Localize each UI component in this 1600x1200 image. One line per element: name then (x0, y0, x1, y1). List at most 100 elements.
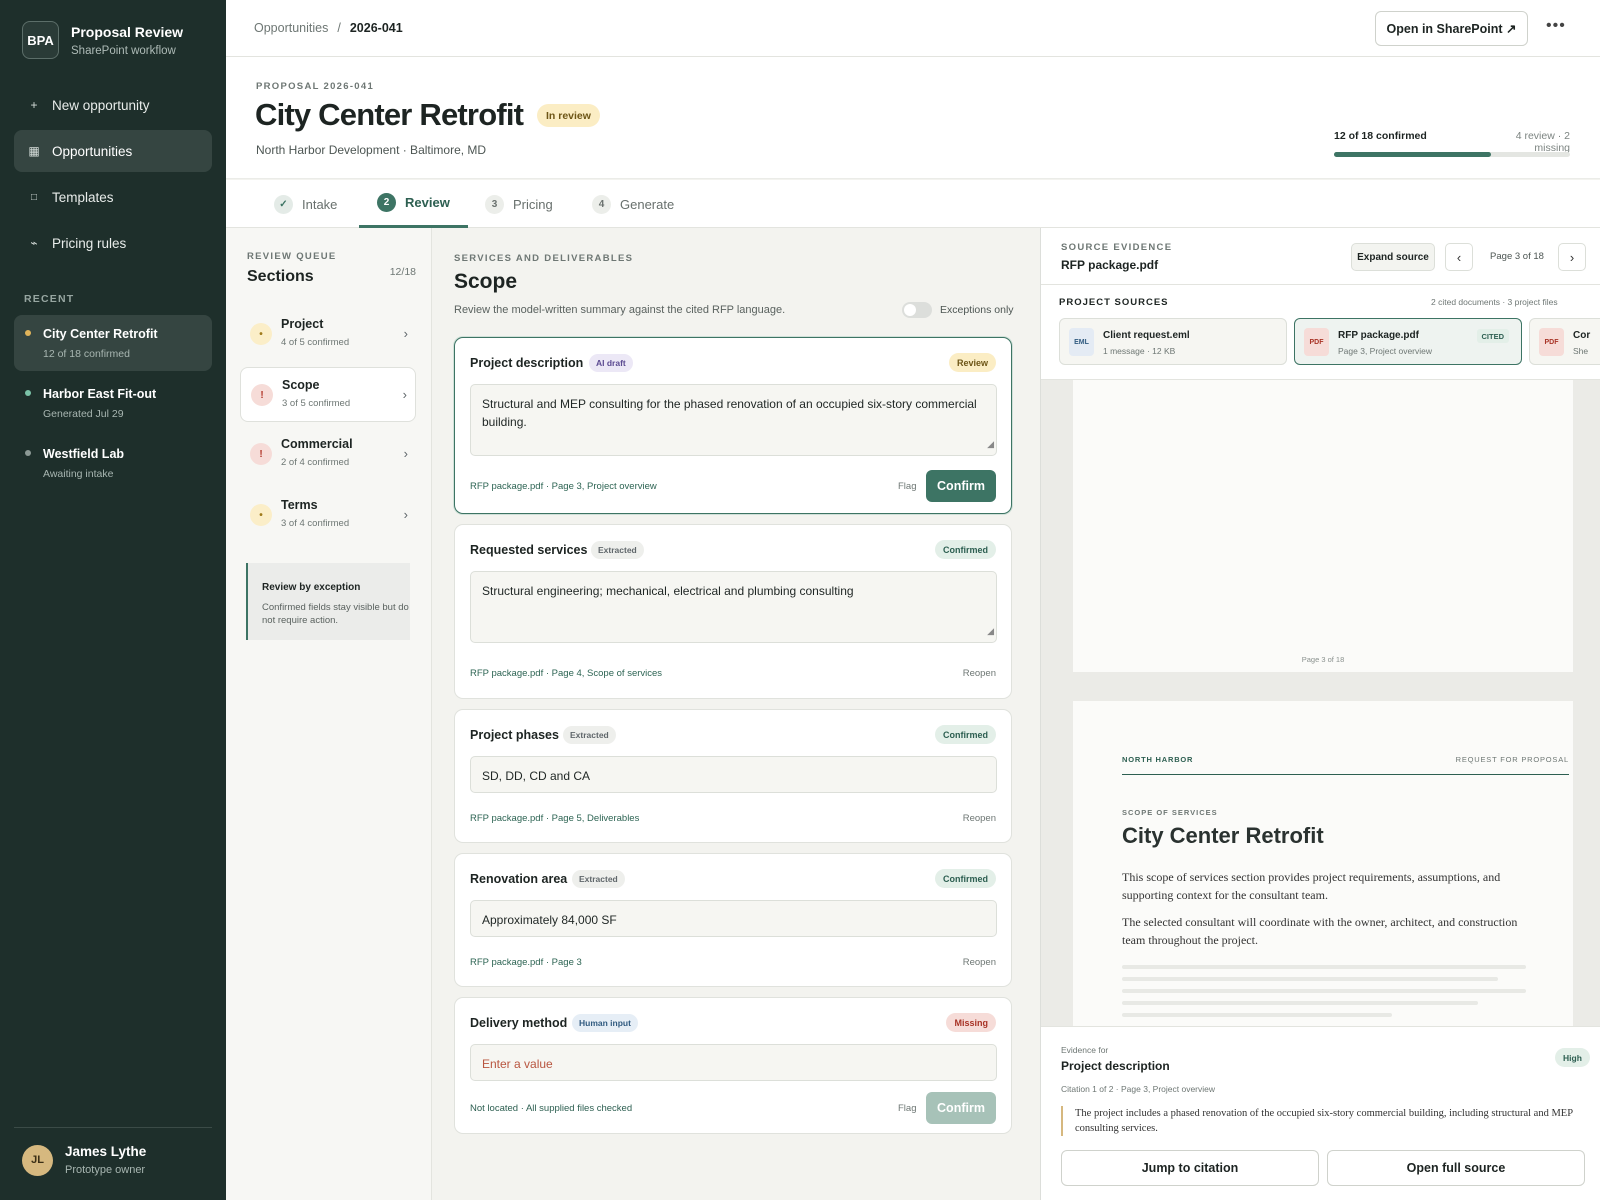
doc-text-line (1122, 1013, 1392, 1017)
tab-pricing[interactable]: 3 Pricing (485, 180, 553, 228)
source-file-third[interactable]: PDF Cor She (1529, 318, 1600, 365)
exceptions-toggle[interactable] (902, 302, 932, 318)
field-textarea[interactable]: Structural and MEP consulting for the ph… (470, 384, 997, 456)
field-input[interactable]: Enter a value (470, 1044, 997, 1081)
doc-org: NORTH HARBOR (1122, 755, 1194, 764)
expand-source-button[interactable]: Expand source (1351, 243, 1435, 271)
nav-pricing-rules[interactable]: ⌁ Pricing rules (14, 222, 212, 264)
confirm-button[interactable]: Confirm (926, 470, 996, 502)
doc-type: REQUEST FOR PROPOSAL (1455, 755, 1569, 764)
recent-item-harbor-east[interactable]: Harbor East Fit-out Generated Jul 29 (14, 375, 212, 431)
nav-opportunities[interactable]: ▦ Opportunities (14, 130, 212, 172)
tab-intake[interactable]: ✓ Intake (274, 180, 337, 228)
user-profile[interactable]: JL James Lythe Prototype owner (14, 1127, 212, 1176)
nav-templates[interactable]: □ Templates (14, 176, 212, 218)
field-input[interactable]: SD, DD, CD and CA (470, 756, 997, 793)
page-number: Page 3 of 18 (1301, 655, 1345, 664)
user-name: James Lythe (65, 1144, 147, 1159)
step-number: 3 (485, 194, 504, 214)
breadcrumb-root[interactable]: Opportunities (254, 21, 328, 35)
queue-item-name: Project (281, 317, 324, 331)
grid-icon: ▦ (28, 144, 40, 158)
citation-link[interactable]: RFP package.pdf · Page 3, Project overvi… (470, 481, 657, 492)
warning-dot-icon: • (250, 323, 272, 345)
resize-handle-icon[interactable]: ◢ (987, 435, 994, 453)
recent-item-city-center[interactable]: City Center Retrofit 12 of 18 confirmed (14, 315, 212, 371)
confidence-badge: High (1555, 1048, 1590, 1067)
source-tag: Extracted (591, 541, 644, 559)
tab-label: Intake (302, 196, 338, 212)
tab-label: Pricing (513, 196, 553, 212)
confirm-button[interactable]: Confirm (926, 1092, 996, 1124)
toggle-knob (904, 304, 916, 316)
citation-info: Citation 1 of 2 · Page 3, Project overvi… (1061, 1084, 1216, 1094)
jump-to-citation-button[interactable]: Jump to citation (1061, 1150, 1319, 1186)
resize-handle-icon[interactable]: ◢ (987, 622, 994, 640)
citation-status: Not located · All supplied files checked (470, 1103, 633, 1114)
reopen-button[interactable]: Reopen (963, 813, 996, 824)
note-title: Review by exception (262, 582, 361, 593)
field-card-requested-services: Requested services Extracted Confirmed S… (454, 524, 1012, 699)
cited-badge: CITED (1476, 329, 1509, 343)
source-tag: AI draft (589, 354, 633, 372)
email-file-icon: EML (1069, 328, 1094, 356)
source-sub: She (1573, 346, 1589, 356)
breadcrumb-current: 2026-041 (349, 21, 403, 35)
open-full-source-button[interactable]: Open full source (1327, 1150, 1585, 1186)
evidence-for-label: Evidence for (1061, 1045, 1109, 1055)
plus-icon: + (30, 98, 38, 112)
queue-item-terms[interactable]: • Terms 3 of 4 confirmed › (240, 488, 416, 543)
status-badge: Review (948, 353, 996, 372)
pdf-file-icon: PDF (1539, 328, 1564, 356)
chevron-right-icon[interactable]: › (1558, 243, 1586, 271)
source-tag: Extracted (563, 726, 616, 744)
recent-item-westfield[interactable]: Westfield Lab Awaiting intake (14, 435, 212, 491)
field-input[interactable]: Approximately 84,000 SF (470, 900, 997, 937)
recent-heading: RECENT (24, 293, 75, 305)
flag-button[interactable]: Flag (898, 481, 916, 492)
field-card-renovation-area: Renovation area Extracted Confirmed Appr… (454, 853, 1012, 987)
pdf-file-icon: PDF (1304, 328, 1329, 356)
citation-link[interactable]: RFP package.pdf · Page 4, Scope of servi… (470, 668, 662, 679)
field-value: Structural engineering; mechanical, elec… (482, 584, 854, 598)
status-dot (25, 330, 31, 336)
source-file-rfp[interactable]: PDF RFP package.pdf Page 3, Project over… (1294, 318, 1522, 365)
queue-item-name: Commercial (281, 437, 353, 451)
tab-review[interactable]: 2 Review (359, 180, 468, 228)
reopen-button[interactable]: Reopen (963, 957, 996, 968)
citation-link[interactable]: RFP package.pdf · Page 5, Deliverables (470, 813, 639, 824)
chevron-right-icon: › (403, 446, 408, 461)
chevron-left-icon[interactable]: ‹ (1445, 243, 1473, 271)
source-file-eml[interactable]: EML Client request.eml 1 message · 12 KB (1059, 318, 1287, 365)
template-icon: □ (30, 191, 38, 203)
queue-item-project[interactable]: • Project 4 of 5 confirmed › (240, 307, 416, 362)
breadcrumb: Opportunities / 2026-041 (254, 21, 403, 35)
queue-item-scope[interactable]: ! Scope 3 of 5 confirmed › (240, 367, 416, 422)
doc-divider (1122, 774, 1569, 775)
status-badge: Confirmed (935, 540, 996, 559)
evidence-quote: The project includes a phased renovation… (1061, 1106, 1581, 1136)
reopen-button[interactable]: Reopen (963, 668, 996, 679)
progress-fill (1334, 152, 1492, 157)
queue-item-sub: 3 of 5 confirmed (282, 398, 351, 409)
doc-paragraph: This scope of services section provides … (1122, 870, 1501, 902)
queue-title: Sections (247, 268, 314, 285)
source-panel: Page 3 of 18 NORTH HARBOR REQUEST FOR PR… (1040, 228, 1600, 1200)
recent-title: City Center Retrofit (43, 327, 158, 341)
tab-generate[interactable]: 4 Generate (592, 180, 674, 228)
doc-eyebrow: SCOPE OF SERVICES (1122, 808, 1218, 817)
chevron-right-icon: › (403, 507, 408, 522)
doc-title: City Center Retrofit (1122, 823, 1324, 848)
more-menu-icon[interactable]: ••• (1546, 17, 1566, 35)
open-sharepoint-button[interactable]: Open in SharePoint ↗ (1375, 11, 1528, 46)
queue-item-sub: 4 of 5 confirmed (281, 337, 350, 348)
nav-new-opportunity[interactable]: + New opportunity (14, 84, 212, 126)
flag-button[interactable]: Flag (898, 1103, 916, 1114)
warning-dot-icon: • (250, 504, 272, 526)
tab-label: Generate (620, 196, 675, 212)
field-textarea[interactable]: Structural engineering; mechanical, elec… (470, 571, 997, 643)
section-subtitle: Review the model-written summary against… (454, 304, 786, 316)
citation-link[interactable]: RFP package.pdf · Page 3 (470, 957, 582, 968)
doc-text-line (1122, 1001, 1478, 1005)
queue-item-commercial[interactable]: ! Commercial 2 of 4 confirmed › (240, 427, 416, 482)
